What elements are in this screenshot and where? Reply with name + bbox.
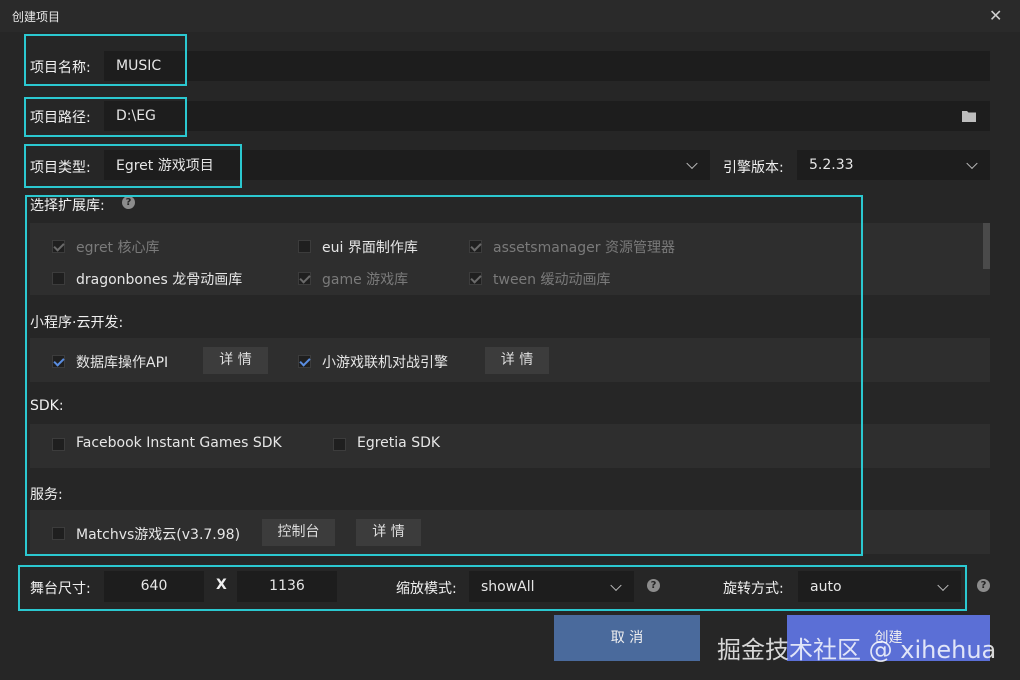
chevron-down-icon xyxy=(966,157,978,170)
service-section-title: 服务: xyxy=(30,487,63,503)
ext-label-tween: tween 缓动动画库 xyxy=(493,272,611,288)
db-detail-button[interactable]: 详 情 xyxy=(203,347,268,374)
stage-height-input[interactable]: 1136 xyxy=(237,571,337,602)
stage-height-value: 1136 xyxy=(269,578,305,594)
ext-checkbox-egret xyxy=(52,240,65,253)
scale-mode-label: 缩放模式: xyxy=(396,581,457,597)
engine-version-value: 5.2.33 xyxy=(809,157,854,173)
ext-label-assetsmanager: assetsmanager 资源管理器 xyxy=(493,240,675,256)
rotation-label: 旋转方式: xyxy=(723,581,784,597)
rotation-select[interactable]: auto xyxy=(798,571,961,602)
project-name-input[interactable]: MUSIC xyxy=(104,51,990,81)
project-name-value: MUSIC xyxy=(116,58,162,74)
project-type-label: 项目类型: xyxy=(30,160,91,176)
project-path-input[interactable]: D:\EG xyxy=(104,101,990,131)
project-path-value: D:\EG xyxy=(116,108,156,124)
chevron-down-icon xyxy=(937,579,949,591)
scrollbar-thumb[interactable] xyxy=(983,223,990,269)
stage-width-value: 640 xyxy=(140,578,168,594)
scale-mode-value: showAll xyxy=(481,578,535,595)
sdk-label-egretia: Egretia SDK xyxy=(357,435,441,451)
window-title: 创建项目 xyxy=(12,10,61,24)
stage-size-label: 舞台尺寸: xyxy=(30,581,91,597)
cancel-button[interactable]: 取 消 xyxy=(554,615,700,661)
ext-label-game: game 游戏库 xyxy=(322,272,409,288)
scale-mode-select[interactable]: showAll xyxy=(469,571,634,602)
close-icon[interactable]: ✕ xyxy=(989,6,1002,25)
mini-checkbox-pvp[interactable] xyxy=(298,355,311,368)
watermark: 掘金技术社区 @ xihehua xyxy=(717,636,997,664)
ext-label-eui: eui 界面制作库 xyxy=(322,240,418,256)
mini-checkbox-db[interactable] xyxy=(52,355,65,368)
folder-icon[interactable] xyxy=(962,110,976,122)
ext-label-dragonbones: dragonbones 龙骨动画库 xyxy=(76,272,243,288)
mini-section-title: 小程序·云开发: xyxy=(30,315,124,331)
ext-checkbox-dragonbones[interactable] xyxy=(52,272,65,285)
engine-version-select[interactable]: 5.2.33 xyxy=(797,150,990,180)
service-checkbox-matchvs[interactable] xyxy=(52,527,65,540)
service-detail-button[interactable]: 详 情 xyxy=(356,519,421,546)
project-name-label: 项目名称: xyxy=(30,60,91,76)
rotation-value: auto xyxy=(810,578,842,595)
chevron-down-icon xyxy=(610,579,622,591)
sdk-checkbox-egretia[interactable] xyxy=(333,438,346,451)
project-type-select[interactable]: Egret 游戏项目 xyxy=(104,150,710,180)
help-icon[interactable]: ? xyxy=(122,196,135,209)
sdk-label-facebook: Facebook Instant Games SDK xyxy=(76,435,282,451)
ext-section-title: 选择扩展库: xyxy=(30,198,105,214)
ext-checkbox-game xyxy=(298,272,311,285)
sdk-section-title: SDK: xyxy=(30,398,64,414)
chevron-down-icon xyxy=(686,157,698,170)
title-bar xyxy=(0,0,1020,32)
ext-checkbox-tween xyxy=(469,272,482,285)
stage-width-input[interactable]: 640 xyxy=(104,571,204,602)
service-label-matchvs: Matchvs游戏云(v3.7.98) xyxy=(76,527,241,543)
mini-label-pvp: 小游戏联机对战引擎 xyxy=(322,355,448,371)
project-path-label: 项目路径: xyxy=(30,110,91,126)
size-separator: X xyxy=(216,577,227,593)
pvp-detail-button[interactable]: 详 情 xyxy=(485,347,549,374)
help-icon[interactable]: ? xyxy=(977,579,990,592)
mini-label-db: 数据库操作API xyxy=(76,355,169,371)
engine-version-label: 引擎版本: xyxy=(723,160,784,176)
help-icon[interactable]: ? xyxy=(647,579,660,592)
ext-checkbox-assetsmanager xyxy=(469,240,482,253)
ext-checkbox-eui[interactable] xyxy=(298,240,311,253)
sdk-checkbox-facebook[interactable] xyxy=(52,438,65,451)
console-button[interactable]: 控制台 xyxy=(262,519,335,546)
project-type-value: Egret 游戏项目 xyxy=(116,158,214,174)
ext-label-egret: egret 核心库 xyxy=(76,240,160,256)
